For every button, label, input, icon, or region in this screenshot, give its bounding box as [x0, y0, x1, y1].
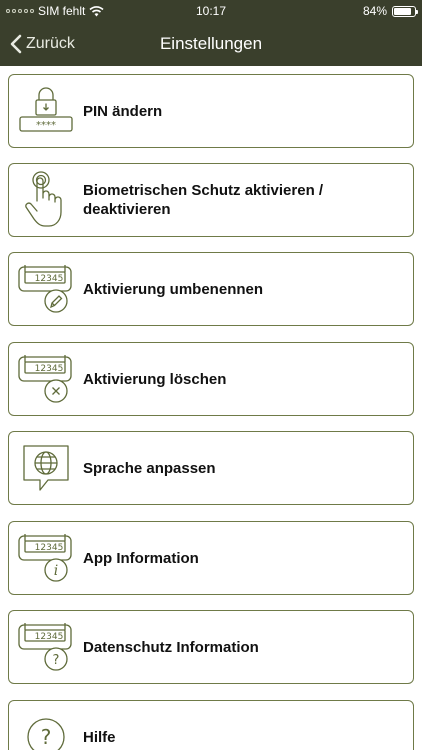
- status-left: SIM fehlt: [6, 4, 104, 18]
- menu-item-biometric[interactable]: Biometrischen Schutz aktivieren / deakti…: [8, 163, 414, 237]
- back-label: Zurück: [26, 35, 75, 52]
- menu-item-change-pin[interactable]: **** PIN ändern: [8, 74, 414, 148]
- status-bar: SIM fehlt 10:17 84%: [0, 0, 422, 22]
- token-display-text: 12345: [35, 543, 64, 553]
- menu-item-privacy-info[interactable]: 12345 ? Datenschutz Information: [8, 610, 414, 684]
- svg-text:?: ?: [41, 725, 52, 749]
- svg-text:****: ****: [36, 120, 56, 131]
- navigation-bar: Zurück Einstellungen: [0, 22, 422, 66]
- menu-item-app-info[interactable]: 12345 i App Information: [8, 521, 414, 595]
- touch-hand-icon: [9, 163, 83, 237]
- token-privacy-icon: 12345 ?: [9, 610, 83, 684]
- svg-text:i: i: [54, 563, 58, 579]
- token-display-text: 12345: [35, 632, 64, 642]
- battery-icon: [392, 5, 418, 17]
- menu-item-label: PIN ändern: [83, 102, 163, 120]
- menu-item-label: Aktivierung umbenennen: [83, 280, 264, 298]
- carrier-label: SIM fehlt: [38, 4, 86, 18]
- token-display-text: 12345: [35, 274, 64, 284]
- token-info-icon: 12345 i: [9, 521, 83, 595]
- token-rename-icon: 12345: [9, 252, 83, 326]
- chevron-left-icon: [10, 34, 22, 54]
- menu-item-label: Datenschutz Information: [83, 638, 259, 656]
- globe-speech-icon: [9, 431, 83, 505]
- token-delete-icon: 12345: [9, 342, 83, 416]
- svg-text:?: ?: [53, 653, 60, 668]
- menu-item-delete-activation[interactable]: 12345 Aktivierung löschen: [8, 342, 414, 416]
- menu-item-label: Hilfe: [83, 728, 116, 746]
- menu-item-label: Sprache anpassen: [83, 459, 216, 477]
- menu-item-rename-activation[interactable]: 12345 Aktivierung umbenennen: [8, 252, 414, 326]
- back-button[interactable]: Zurück: [10, 22, 75, 66]
- help-icon: ?: [9, 700, 83, 750]
- menu-item-change-language[interactable]: Sprache anpassen: [8, 431, 414, 505]
- wifi-icon: [89, 5, 104, 16]
- menu-item-label: App Information: [83, 549, 199, 567]
- page-title: Einstellungen: [159, 34, 263, 53]
- token-display-text: 12345: [35, 364, 64, 374]
- menu-item-label: Aktivierung löschen: [83, 370, 227, 388]
- signal-icon: [6, 9, 34, 13]
- menu-item-label: Biometrischen Schutz aktivieren / deakti…: [83, 182, 324, 218]
- pin-lock-icon: ****: [9, 74, 83, 148]
- battery-percent: 84%: [362, 4, 387, 18]
- status-right: 84%: [362, 4, 418, 18]
- menu-item-help[interactable]: ? Hilfe: [8, 700, 414, 750]
